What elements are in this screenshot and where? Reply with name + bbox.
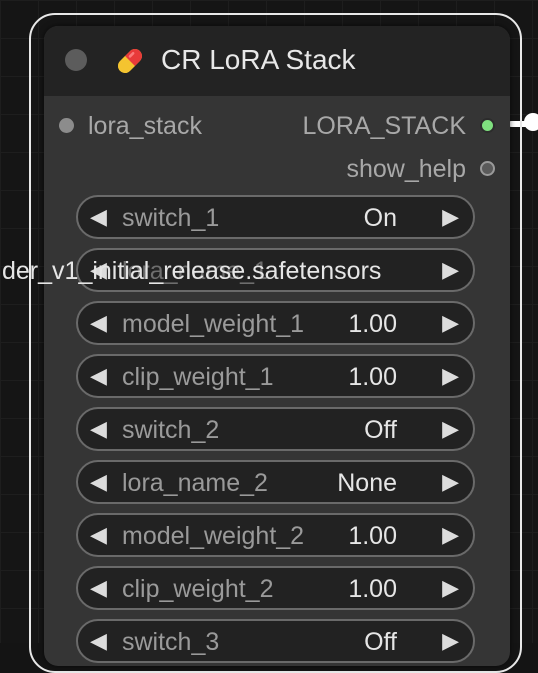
widget-lora-name-2[interactable]: ◀ lora_name_2 None ▶ (76, 460, 475, 504)
input-slot-lora-stack[interactable] (59, 118, 74, 133)
increment-arrow-icon[interactable]: ▶ (442, 307, 459, 339)
widget-clip-weight-1[interactable]: ◀ clip_weight_1 1.00 ▶ (76, 354, 475, 398)
widget-label: model_weight_1 (122, 310, 305, 338)
decrement-arrow-icon[interactable]: ◀ (90, 201, 107, 233)
widget-label: switch_2 (122, 416, 220, 444)
increment-arrow-icon[interactable]: ▶ (442, 572, 459, 604)
output-slot-show-help[interactable] (480, 161, 495, 176)
widget-switch-1[interactable]: ◀ switch_1 On ▶ (76, 195, 475, 239)
widget-model-weight-2[interactable]: ◀ model_weight_2 1.00 ▶ (76, 513, 475, 557)
widget-clip-weight-2[interactable]: ◀ clip_weight_2 1.00 ▶ (76, 566, 475, 610)
widget-value: 1.00 (348, 522, 397, 550)
widget-switch-2[interactable]: ◀ switch_2 Off ▶ (76, 407, 475, 451)
decrement-arrow-icon[interactable]: ◀ (90, 625, 107, 657)
cr-lora-stack-node[interactable]: CR LoRA Stack lora_stack LORA_STACK show… (2, 26, 510, 666)
widget-label: clip_weight_2 (122, 575, 274, 603)
decrement-arrow-icon[interactable]: ◀ (90, 466, 107, 498)
widget-value: 1.00 (348, 575, 397, 603)
widget-value: Off (364, 628, 397, 656)
output-slot-lora-stack[interactable] (480, 118, 495, 133)
increment-arrow-icon[interactable]: ▶ (442, 413, 459, 445)
decrement-arrow-icon[interactable]: ◀ (90, 360, 107, 392)
widget-value: 1.00 (348, 310, 397, 338)
widget-label: model_weight_2 (122, 522, 305, 550)
decrement-arrow-icon[interactable]: ◀ (90, 519, 107, 551)
widget-label: switch_1 (122, 204, 220, 232)
widget-value: On (363, 204, 397, 232)
widget-value: None (337, 469, 397, 497)
decrement-arrow-icon[interactable]: ◀ (90, 572, 107, 604)
input-label-lora-stack: lora_stack (88, 112, 202, 140)
node-title-bar[interactable]: CR LoRA Stack (44, 26, 510, 96)
widget-switch-3[interactable]: ◀ switch_3 Off ▶ (76, 619, 475, 663)
increment-arrow-icon[interactable]: ▶ (442, 466, 459, 498)
widget-value: 1.00 (348, 363, 397, 391)
increment-arrow-icon[interactable]: ▶ (442, 360, 459, 392)
output-label-lora-stack: LORA_STACK (302, 112, 466, 140)
increment-arrow-icon[interactable]: ▶ (442, 254, 459, 286)
widget-value: Off (364, 416, 397, 444)
decrement-arrow-icon[interactable]: ◀ (90, 413, 107, 445)
widget-value: der_v1_initial_release.safetensors (2, 257, 382, 285)
decrement-arrow-icon[interactable]: ◀ (90, 307, 107, 339)
link-reroute-point[interactable] (524, 113, 538, 131)
widget-model-weight-1[interactable]: ◀ model_weight_1 1.00 ▶ (76, 301, 475, 345)
widget-label: lora_name_2 (122, 469, 268, 497)
widget-label: switch_3 (122, 628, 220, 656)
widget-lora-name-1[interactable]: ◀ lora_name_1 der_v1_initial_release.saf… (2, 248, 475, 292)
increment-arrow-icon[interactable]: ▶ (442, 519, 459, 551)
widget-label: clip_weight_1 (122, 363, 274, 391)
pill-icon (118, 49, 142, 73)
output-label-show-help: show_help (346, 155, 466, 183)
increment-arrow-icon[interactable]: ▶ (442, 201, 459, 233)
collapse-toggle[interactable] (65, 49, 87, 71)
increment-arrow-icon[interactable]: ▶ (442, 625, 459, 657)
node-title: CR LoRA Stack (161, 44, 356, 75)
